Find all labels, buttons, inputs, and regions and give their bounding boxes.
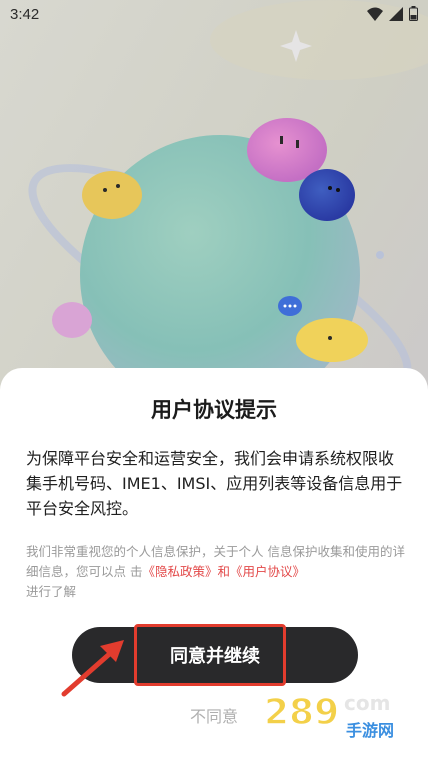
battery-icon	[409, 6, 418, 21]
dialog-main-text: 为保障平台安全和运营安全，我们会申请系统权限收集手机号码、IME1、IMSI、应…	[26, 449, 403, 518]
dialog-sub-text: 我们非常重视您的个人信息保护，关于个人 信息保护收集和使用的详细信息，您可以点 …	[26, 542, 406, 602]
status-icons	[367, 6, 418, 21]
status-bar: 3:42	[0, 0, 428, 30]
sub-text-after: 进行了解	[26, 584, 77, 599]
svg-text:手游网: 手游网	[346, 721, 394, 740]
svg-text:com: com	[344, 691, 390, 715]
privacy-policy-link[interactable]: 《隐私政策》	[142, 564, 217, 579]
highlight-box	[134, 624, 286, 686]
watermark-logo: 289 com 手游网	[263, 691, 394, 740]
and-text: 和	[217, 564, 231, 579]
svg-text:289: 289	[264, 692, 339, 733]
status-time: 3:42	[10, 6, 40, 23]
wifi-icon	[367, 7, 383, 21]
user-agreement-link[interactable]: 《用户协议》	[230, 564, 305, 579]
signal-icon	[389, 6, 403, 21]
pointer-arrow-icon	[61, 640, 124, 697]
dialog-title: 用户协议提示	[151, 398, 277, 422]
